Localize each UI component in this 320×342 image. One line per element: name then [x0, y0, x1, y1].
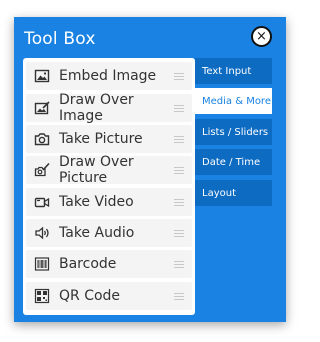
toolbox-title: Tool Box	[24, 29, 96, 49]
tool-item-take-video[interactable]: Take Video	[26, 188, 192, 216]
close-button[interactable]: ×	[251, 26, 272, 47]
draw-over-picture-icon	[33, 161, 51, 179]
drag-handle-icon[interactable]	[174, 292, 184, 300]
drag-handle-icon[interactable]	[174, 198, 184, 206]
drag-handle-icon[interactable]	[174, 135, 184, 143]
tab-media-and-more[interactable]: Media & More	[195, 88, 272, 114]
tool-item-take-audio[interactable]: Take Audio	[26, 219, 192, 247]
image-icon	[33, 67, 51, 85]
tool-item-embed-image[interactable]: Embed Image	[26, 62, 192, 90]
tool-item-qr-code[interactable]: QR Code	[26, 282, 192, 310]
media-tools-list: Embed Image Draw Over Image Take Picture…	[23, 58, 195, 315]
tab-text-input[interactable]: Text Input	[195, 58, 272, 84]
barcode-icon	[33, 255, 51, 273]
draw-over-image-icon	[33, 99, 51, 117]
tab-date-time[interactable]: Date / Time	[195, 149, 272, 175]
tool-item-draw-over-image[interactable]: Draw Over Image	[26, 92, 192, 124]
drag-handle-icon[interactable]	[174, 72, 184, 80]
video-camera-icon	[33, 193, 51, 211]
drag-handle-icon[interactable]	[174, 260, 184, 268]
tab-lists-sliders[interactable]: Lists / Sliders	[195, 119, 272, 145]
tab-layout[interactable]: Layout	[195, 180, 272, 206]
tool-item-take-picture[interactable]: Take Picture	[26, 125, 192, 153]
drag-handle-icon[interactable]	[174, 104, 184, 112]
qr-code-icon	[33, 287, 51, 305]
tool-item-barcode[interactable]: Barcode	[26, 250, 192, 278]
drag-handle-icon[interactable]	[174, 166, 184, 174]
tool-item-draw-over-picture[interactable]: Draw Over Picture	[26, 154, 192, 186]
camera-icon	[33, 130, 51, 148]
drag-handle-icon[interactable]	[174, 229, 184, 237]
speaker-icon	[33, 224, 51, 242]
